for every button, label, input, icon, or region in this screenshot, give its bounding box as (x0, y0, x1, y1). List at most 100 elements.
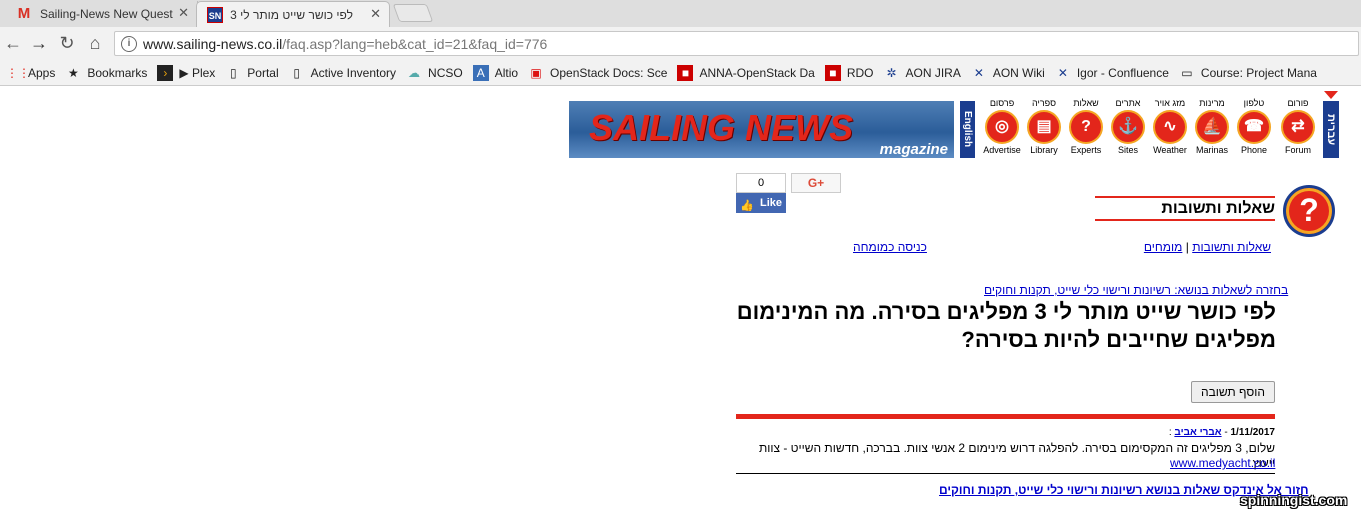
star-icon: ★ (67, 65, 79, 80)
section-title: שאלות ותשובות (1095, 196, 1275, 221)
nav-label-heb: טלפון (1243, 98, 1265, 108)
back-icon[interactable]: ← (2, 32, 24, 54)
nav-marinas[interactable]: מרינות ⛵ Marinas (1191, 97, 1233, 159)
aon-icon: ✲ (886, 65, 897, 80)
wave-icon: ∿ (1153, 110, 1187, 144)
address-bar[interactable]: i www.sailing-news.co.il/faq.asp?lang=he… (114, 31, 1359, 56)
bookmark-label: NCSO (428, 65, 463, 80)
bookmark-label: AON Wiki (992, 65, 1045, 80)
facebook-like-button[interactable]: 👍 Like (736, 193, 786, 213)
bookmark-aon-jira[interactable]: ✲ AON JIRA (884, 65, 961, 81)
apps-grid-icon: ⋮⋮ (6, 65, 30, 80)
divider (736, 414, 1275, 419)
nav-phone[interactable]: טלפון ☎ Phone (1233, 97, 1275, 159)
triangle-icon (1324, 91, 1338, 99)
watermark: spinningist.com (1240, 492, 1348, 508)
bookmark-label: Altio (494, 65, 519, 80)
tab-gmail[interactable]: M Sailing-News New Quest ✕ (4, 1, 198, 27)
add-answer-button[interactable]: הוסף תשובה (1191, 381, 1275, 403)
english-tab[interactable]: English (960, 101, 975, 158)
tab-title: Sailing-News New Quest (40, 7, 173, 21)
breadcrumb: שאלות ותשובות | מומחים (1030, 240, 1271, 254)
bookmark-label: Portal (247, 65, 279, 80)
bookmark-label: Course: Project Mana (1200, 65, 1317, 80)
tab-sailing-news[interactable]: SN לפי כושר שייט מותר לי 3 ✕ (196, 1, 390, 27)
bookmark-plex[interactable]: › ▶ Plex (157, 64, 215, 81)
sailing-news-icon: SN (207, 7, 223, 23)
nav-experts[interactable]: שאלות ? Experts (1065, 97, 1107, 159)
forward-icon[interactable]: → (28, 32, 50, 54)
answer-date: 1/11/2017 (1230, 427, 1276, 438)
gmail-icon: M (17, 5, 31, 22)
target-icon: ◎ (985, 110, 1019, 144)
bookmark-label: Bookmarks (87, 65, 148, 80)
crumb-separator: | (1185, 240, 1189, 254)
bookmark-rdo[interactable]: ■ RDO (824, 64, 874, 81)
arrows-icon: ⇄ (1281, 110, 1315, 144)
page-icon: ▯ (229, 65, 237, 80)
bookmark-label: OpenStack Docs: Sce (550, 65, 668, 80)
banner-title: SAILING NEWS (589, 107, 854, 148)
laptop-icon: ▭ (1181, 65, 1193, 80)
info-icon[interactable]: i (121, 35, 137, 52)
nav-label-en: Weather (1153, 145, 1187, 155)
nav-label-heb: ספריה (1032, 98, 1056, 108)
close-icon[interactable]: ✕ (370, 6, 381, 22)
bookmark-openstack[interactable]: ▣ OpenStack Docs: Sce (528, 65, 667, 81)
crumb-experts-link[interactable]: מומחים (1144, 240, 1183, 254)
bookmark-aon-wiki[interactable]: ✕ AON Wiki (971, 65, 1045, 81)
facebook-like-count: 0 (736, 173, 786, 193)
web-page: SAILING NEWS magazine English עברית פורו… (0, 87, 1361, 519)
redhat-icon: ■ (824, 64, 841, 81)
nav-forum[interactable]: פורום ⇄ Forum (1277, 97, 1319, 159)
altio-icon: A (472, 64, 489, 81)
redhat-icon: ■ (677, 64, 694, 81)
anchor-icon: ⚓ (1111, 110, 1145, 144)
bookmark-apps[interactable]: ⋮⋮ Apps (6, 65, 55, 81)
nav-label-heb: פורום (1287, 98, 1309, 108)
bookmark-anna[interactable]: ■ ANNA-OpenStack Da (677, 64, 815, 81)
answer-url-link[interactable]: www.medyacht.co.il (1170, 456, 1275, 470)
bookmark-confluence[interactable]: ✕ Igor - Confluence (1055, 65, 1169, 81)
nav-advertise[interactable]: פרסום ◎ Advertise (981, 97, 1023, 159)
bookmark-bookmarks[interactable]: ★ Bookmarks (65, 65, 147, 81)
bookmark-label: ANNA-OpenStack Da (699, 65, 815, 80)
bookmark-label: Apps (28, 65, 56, 80)
bookmark-label: AON JIRA (905, 65, 961, 80)
like-label: Like (759, 197, 782, 209)
home-icon[interactable]: ⌂ (84, 32, 106, 54)
bookmark-label: Active Inventory (310, 65, 397, 80)
close-icon[interactable]: ✕ (178, 5, 189, 21)
bookmark-label: RDO (846, 65, 874, 80)
bookmark-altio[interactable]: A Altio (472, 64, 519, 81)
bookmark-active-inventory[interactable]: ▯ Active Inventory (289, 65, 396, 81)
nav-label-en: Advertise (983, 145, 1021, 155)
sailboat-icon: ⛵ (1195, 110, 1229, 144)
url-host: www.sailing-news.co.il (143, 35, 283, 52)
nav-weather[interactable]: מזג אויר ∿ Weather (1149, 97, 1191, 159)
tab-strip: M Sailing-News New Quest ✕ SN לפי כושר ש… (0, 0, 1361, 27)
divider (736, 473, 1275, 474)
nav-label-en: Phone (1240, 145, 1268, 155)
nav-label-heb: פרסום (989, 98, 1015, 108)
new-tab-button[interactable] (392, 4, 434, 22)
answer-author-link[interactable]: אברי אביב (1174, 427, 1221, 438)
nav-label-heb: אתרים (1115, 98, 1141, 108)
back-to-category-link[interactable]: בחזרה לשאלות בנושא: רשיונות ורישוי כלי ש… (984, 283, 1288, 297)
crumb-faq-link[interactable]: שאלות ותשובות (1192, 240, 1271, 254)
sailing-news-banner[interactable]: SAILING NEWS magazine (569, 101, 954, 158)
url-path: /faq.asp?lang=heb&cat_id=21&faq_id=776 (282, 35, 548, 52)
bookmark-portal[interactable]: ▯ Portal (225, 65, 279, 81)
google-plus-button[interactable]: G+ (791, 173, 841, 193)
plex-icon: › (157, 64, 174, 81)
expert-login-link[interactable]: כניסה כמומחה (853, 240, 927, 254)
question-icon: ? (1069, 110, 1103, 144)
bookmark-ncso[interactable]: ☁ NCSO (406, 65, 463, 81)
nav-label-en: Experts (1070, 145, 1102, 155)
question-mark-icon: ? (1283, 185, 1335, 237)
nav-library[interactable]: ספריה ▤ Library (1023, 97, 1065, 159)
reload-icon[interactable]: ↻ (56, 32, 78, 54)
hebrew-tab[interactable]: עברית (1323, 101, 1339, 158)
nav-sites[interactable]: אתרים ⚓ Sites (1107, 97, 1149, 159)
bookmark-course[interactable]: ▭ Course: Project Mana (1179, 65, 1317, 81)
